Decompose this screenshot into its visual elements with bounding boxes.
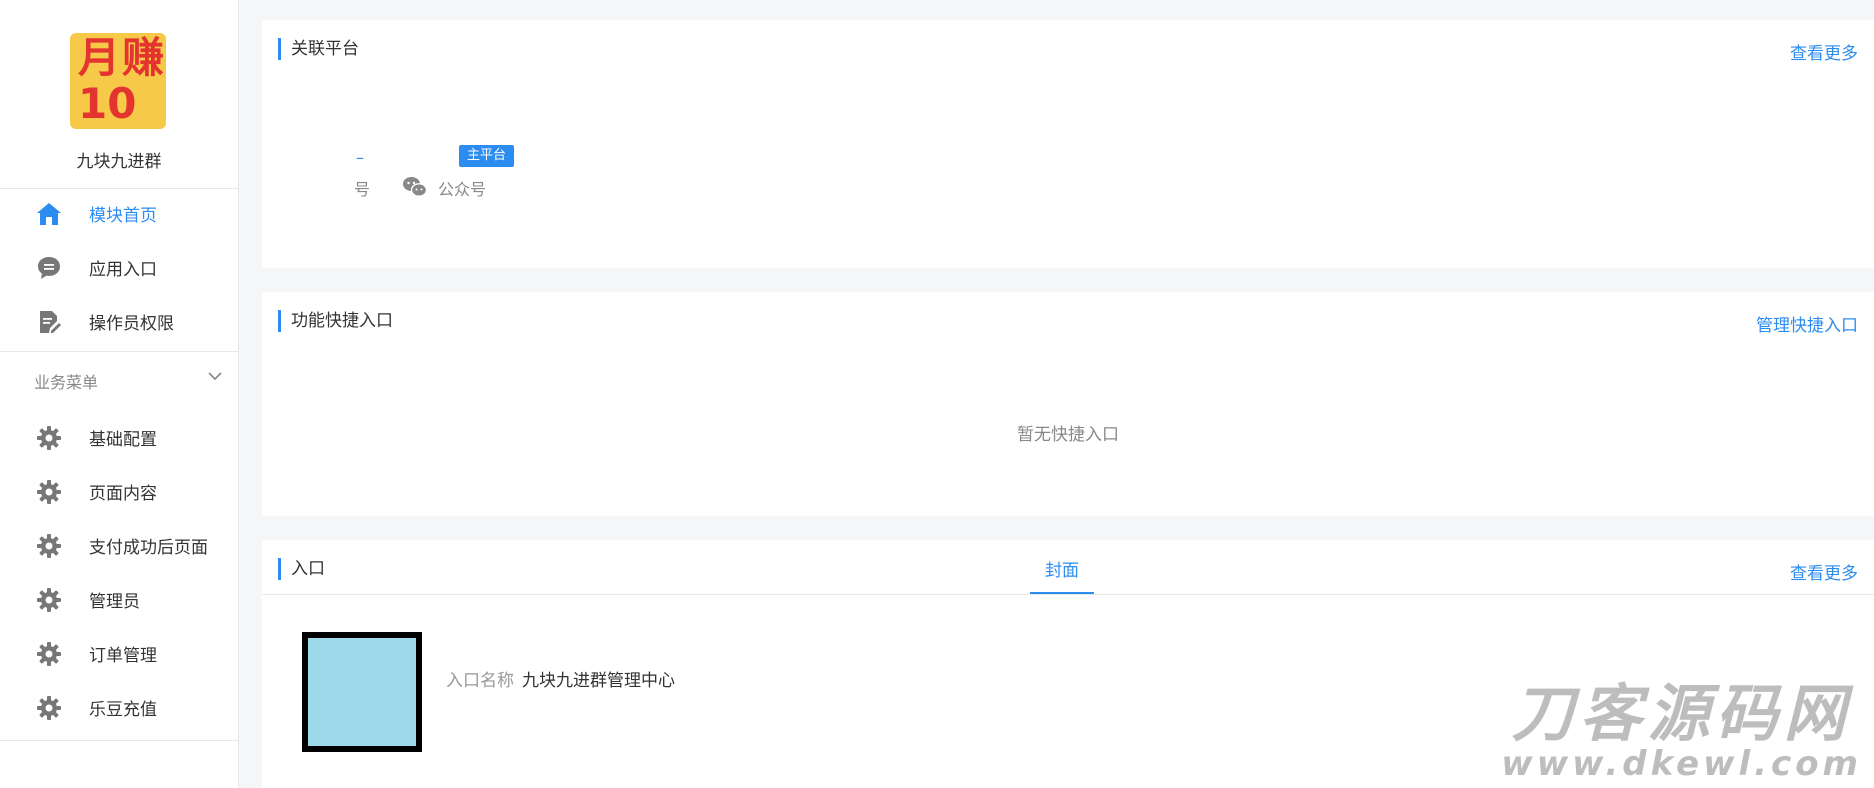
main-platform-tag: 主平台 <box>459 145 515 167</box>
sidebar-item-label: 操作员权限 <box>89 313 174 334</box>
gear-icon <box>36 425 62 451</box>
document-edit-icon <box>36 309 62 335</box>
sidebar-item-operator-permissions[interactable]: 操作员权限 <box>0 294 238 348</box>
entry-name-value: 九块九进群管理中心 <box>522 671 675 691</box>
gear-icon <box>36 641 62 667</box>
sidebar-item-payment-success-page[interactable]: 支付成功后页面 <box>0 518 238 572</box>
chat-bubble-icon <box>36 255 62 281</box>
gear-icon <box>36 533 62 559</box>
gear-icon <box>36 587 62 613</box>
watermark-url: www.dkewl.com <box>1501 744 1862 784</box>
sidebar-item-label: 管理员 <box>89 591 140 612</box>
brand-name: 九块九进群 <box>76 152 162 172</box>
sidebar-item-label: 订单管理 <box>89 645 157 666</box>
logo-text-line1: 月赚 <box>78 33 166 82</box>
view-more-link[interactable]: 查看更多 <box>1790 559 1858 584</box>
sidebar-divider <box>0 740 238 741</box>
gear-icon <box>36 695 62 721</box>
sidebar-item-label: 页面内容 <box>89 483 157 504</box>
watermark: 刀客源码网 www.dkewl.com <box>1501 677 1862 784</box>
card-title-entry: 入口 <box>278 558 325 580</box>
quick-entry-card: 功能快捷入口 管理快捷入口 暂无快捷入口 <box>262 292 1874 516</box>
watermark-title: 刀客源码网 <box>1511 677 1852 750</box>
platform-dash: – <box>356 148 364 167</box>
empty-state-text: 暂无快捷入口 <box>1017 425 1119 445</box>
platform-account-text: 号 <box>354 180 371 199</box>
sidebar-item-module-home[interactable]: 模块首页 <box>0 186 238 240</box>
tabs-divider <box>262 594 1874 595</box>
view-more-link[interactable]: 查看更多 <box>1790 39 1858 64</box>
wechat-icon <box>402 176 428 198</box>
home-icon <box>36 201 62 227</box>
platform-name[interactable]: 公众号 <box>438 176 486 200</box>
sidebar-item-page-content[interactable]: 页面内容 <box>0 464 238 518</box>
tab-cover[interactable]: 封面 <box>1030 556 1094 581</box>
linked-platforms-card: 关联平台 查看更多 – 主平台 号 公众号 <box>262 20 1874 268</box>
qr-code-fill <box>308 638 416 746</box>
sidebar-item-ledou-recharge[interactable]: 乐豆充值 <box>0 680 238 734</box>
manage-quick-entry-link[interactable]: 管理快捷入口 <box>1756 311 1858 336</box>
sidebar-item-label: 乐豆充值 <box>89 699 157 720</box>
sidebar-item-app-entry[interactable]: 应用入口 <box>0 240 238 294</box>
gear-icon <box>36 479 62 505</box>
chevron-down-icon[interactable] <box>207 368 223 384</box>
entry-name-label: 入口名称 <box>446 671 514 691</box>
brand: 月赚 10万 九块九进群 <box>0 0 238 188</box>
sidebar-item-label: 应用入口 <box>89 259 157 280</box>
sidebar: 月赚 10万 九块九进群 模块首页 应用入口 操作员权限 业务菜单 基础配置 <box>0 0 239 788</box>
logo-text-line2: 10万 <box>78 79 137 130</box>
sidebar-item-label: 基础配置 <box>89 429 157 450</box>
card-title-quick-entry: 功能快捷入口 <box>278 310 393 332</box>
sidebar-item-label: 支付成功后页面 <box>89 537 208 558</box>
qr-code-image <box>302 632 422 752</box>
sidebar-item-label: 模块首页 <box>89 205 157 226</box>
app-logo: 月赚 10万 <box>70 33 166 129</box>
sidebar-divider <box>0 351 238 352</box>
sidebar-item-basic-config[interactable]: 基础配置 <box>0 410 238 464</box>
sidebar-item-order-management[interactable]: 订单管理 <box>0 626 238 680</box>
card-title-linked-platforms: 关联平台 <box>278 38 359 60</box>
business-menu-title: 业务菜单 <box>34 373 99 392</box>
sidebar-item-administrator[interactable]: 管理员 <box>0 572 238 626</box>
